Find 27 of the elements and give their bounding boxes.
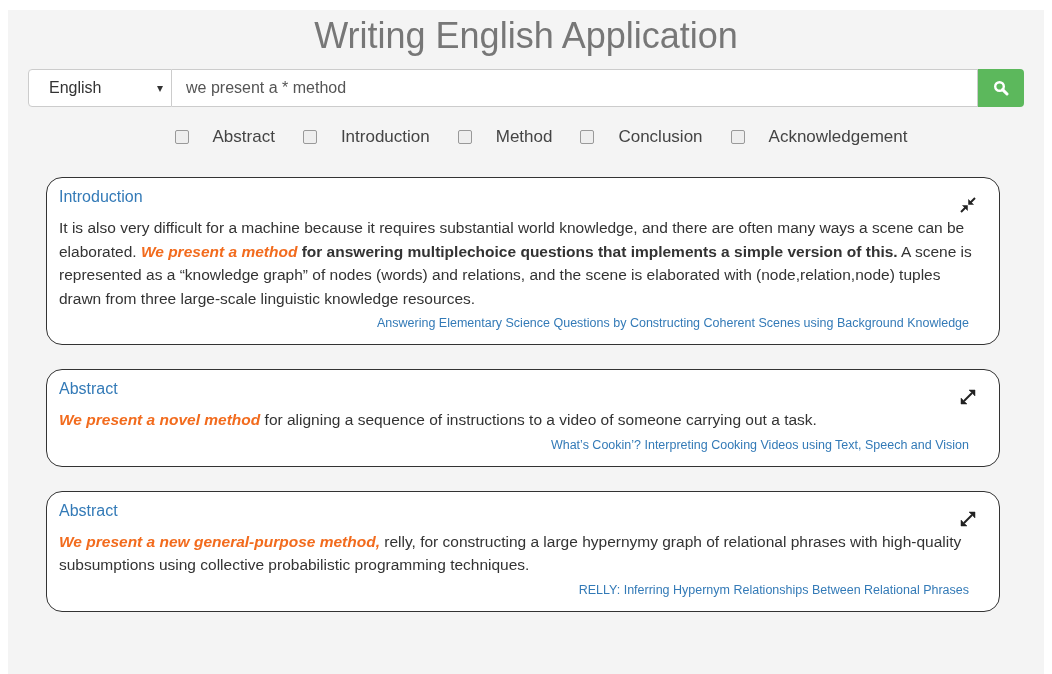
section-label: Abstract bbox=[59, 501, 118, 520]
collapse-icon[interactable] bbox=[959, 196, 977, 214]
result-text: It is also very difficult for a machine because it requires substantial world knowledge, and there are often many ways a scene can be elaborated. We present a method for answering multiplechoice questions that implements a simple version of this. A scene is represented as a “knowledge graph” of nodes (words) and relations, and the scene is elaborated with (node,relation,node) tuples drawn from three large-scale linguistic knowledge resources. bbox=[59, 218, 973, 309]
language-select[interactable]: English ▾ bbox=[28, 69, 172, 107]
search-field[interactable]: we present a * method bbox=[172, 69, 978, 107]
filter-checkbox[interactable] bbox=[457, 130, 472, 144]
filter-label: Abstract bbox=[212, 127, 275, 147]
paper-link[interactable]: What’s Cookin’? Interpreting Cooking Videos using Text, Speech and Vision bbox=[550, 437, 969, 452]
paper-link[interactable]: Answering Elementary Science Questions by Constructing Coherent Scenes using Background Knowledge bbox=[377, 316, 969, 330]
search-icon bbox=[993, 80, 1009, 96]
filter-label: Introduction bbox=[340, 127, 430, 147]
result-text: We present a novel method for aligning a sequence of instructions to a video of someone carrying out a task. bbox=[59, 410, 818, 430]
section-label: Abstract bbox=[59, 380, 118, 398]
page-title: Writing English Application bbox=[313, 14, 739, 58]
filter-label: Acknowledgement bbox=[768, 127, 908, 147]
filter-checkbox[interactable] bbox=[730, 130, 745, 144]
result-text: We present a new general-purpose method, relly, for constructing a large hypernymy graph of relational phrases with high-quality subsumptions using collective probabilistic programming techniques. bbox=[59, 531, 963, 575]
search-button[interactable] bbox=[978, 69, 1024, 107]
filter-label: Method bbox=[495, 127, 553, 147]
expand-icon[interactable] bbox=[959, 388, 977, 406]
expand-icon[interactable] bbox=[959, 509, 977, 528]
section-label: Introduction bbox=[59, 188, 143, 206]
filter-checkbox[interactable] bbox=[302, 130, 317, 144]
filter-label: Conclusion bbox=[618, 127, 703, 147]
filter-checkbox[interactable] bbox=[174, 130, 189, 144]
filter-checkbox[interactable] bbox=[580, 130, 595, 144]
paper-link[interactable]: RELLY: Inferring Hypernym Relationships Between Relational Phrases bbox=[578, 582, 969, 597]
